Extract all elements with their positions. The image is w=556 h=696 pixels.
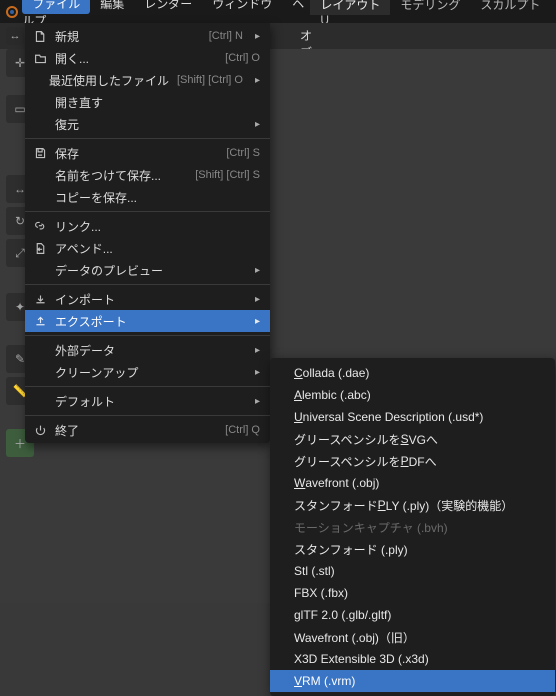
- workspace-tab-2[interactable]: スカルプト: [470, 0, 550, 15]
- menu-item-label: 新規: [55, 28, 201, 45]
- chevron-right-icon: ▸: [255, 316, 260, 327]
- export-menu-item: モーションキャプチャ (.bvh): [270, 516, 555, 538]
- export-menu-item[interactable]: グリースペンシルをPDFへ: [270, 450, 555, 472]
- file-menu-item[interactable]: 名前をつけて保存... [Shift] [Ctrl] S: [25, 164, 270, 186]
- chevron-right-icon: ▸: [255, 345, 260, 356]
- overflow-left-icon[interactable]: ↔: [6, 27, 24, 45]
- menubar: ファイル編集レンダーウィンドウヘルプ レイアウトモデリングスカルプトU: [0, 0, 556, 23]
- export-icon: [33, 315, 47, 328]
- shortcut-label: [Ctrl] S: [226, 147, 260, 159]
- menu-separator: [25, 415, 270, 416]
- shortcut-label: [Ctrl] N: [209, 30, 243, 42]
- menu-item-label: 保存: [55, 145, 218, 162]
- menu-item-label: データのプレビュー: [55, 262, 243, 279]
- shortcut-label: [Ctrl] O: [225, 52, 260, 64]
- menu-item-label: クリーンアップ: [55, 364, 243, 381]
- export-menu-item[interactable]: Wavefront (.obj)（旧）: [270, 626, 555, 648]
- export-menu-item[interactable]: グリースペンシルをSVGへ: [270, 428, 555, 450]
- menu-item-label: 終了: [55, 422, 217, 439]
- menu-separator: [25, 335, 270, 336]
- menu-item-label: 開き直す: [55, 94, 260, 111]
- menu-item-label: 復元: [55, 116, 243, 133]
- menu-separator: [25, 386, 270, 387]
- menu-item-label: エクスポート: [55, 313, 243, 330]
- chevron-right-icon: ▸: [255, 75, 260, 86]
- file-menu-item[interactable]: デフォルト ▸: [25, 390, 270, 412]
- menu-item-label: インポート: [55, 291, 243, 308]
- file-menu-item[interactable]: 終了 [Ctrl] Q: [25, 419, 270, 441]
- menu-separator: [25, 211, 270, 212]
- file-menu-item[interactable]: アペンド...: [25, 237, 270, 259]
- shortcut-label: [Shift] [Ctrl] S: [195, 169, 260, 181]
- menu-item-label: 名前をつけて保存...: [55, 167, 187, 184]
- chevron-right-icon: ▸: [255, 294, 260, 305]
- append-icon: [33, 242, 47, 255]
- file-menu-item[interactable]: エクスポート ▸: [25, 310, 270, 332]
- workspace-tab-1[interactable]: モデリング: [390, 0, 470, 15]
- file-menu-item[interactable]: 新規 [Ctrl] N ▸: [25, 25, 270, 47]
- file-menu-item[interactable]: 外部データ ▸: [25, 339, 270, 361]
- quit-icon: [33, 424, 47, 437]
- menu-3[interactable]: ウィンドウ: [202, 0, 282, 14]
- export-submenu: Collada (.dae)Alembic (.abc)Universal Sc…: [270, 358, 555, 696]
- menu-item-label: デフォルト: [55, 393, 243, 410]
- save-icon: [33, 147, 47, 160]
- export-menu-item[interactable]: X3D Extensible 3D (.x3d): [270, 648, 555, 670]
- export-menu-item[interactable]: Stl (.stl): [270, 560, 555, 582]
- open-icon: [33, 52, 47, 65]
- export-menu-item[interactable]: Alembic (.abc): [270, 384, 555, 406]
- export-menu-item[interactable]: VRM (.vrm): [270, 670, 555, 692]
- export-menu-item[interactable]: Collada (.dae): [270, 362, 555, 384]
- export-menu-item[interactable]: スタンフォード (.ply): [270, 538, 555, 560]
- menu-item-label: コピーを保存...: [55, 189, 260, 206]
- menu-item-label: リンク...: [55, 218, 260, 235]
- chevron-right-icon: ▸: [255, 119, 260, 130]
- file-menu-item[interactable]: 保存 [Ctrl] S: [25, 142, 270, 164]
- menu-item-label: 開く...: [55, 50, 217, 67]
- menu-item-label: 最近使用したファイル: [49, 72, 169, 89]
- menu-2[interactable]: レンダー: [134, 0, 202, 14]
- new-icon: [33, 30, 47, 43]
- file-menu-item[interactable]: データのプレビュー ▸: [25, 259, 270, 281]
- export-menu-item[interactable]: glTF 2.0 (.glb/.gltf): [270, 604, 555, 626]
- file-menu-item[interactable]: クリーンアップ ▸: [25, 361, 270, 383]
- file-menu-item[interactable]: インポート ▸: [25, 288, 270, 310]
- file-menu-item[interactable]: 最近使用したファイル [Shift] [Ctrl] O ▸: [25, 69, 270, 91]
- file-menu: 新規 [Ctrl] N ▸ 開く... [Ctrl] O 最近使用したファイル [Shift…: [25, 23, 270, 443]
- menu-item-label: アペンド...: [55, 240, 260, 257]
- export-menu-item[interactable]: Wavefront (.obj): [270, 472, 555, 494]
- chevron-right-icon: ▸: [255, 265, 260, 276]
- menu-1[interactable]: 編集: [90, 0, 134, 14]
- import-icon: [33, 293, 47, 306]
- chevron-right-icon: ▸: [255, 31, 260, 42]
- export-menu-item[interactable]: FBX (.fbx): [270, 582, 555, 604]
- menu-item-label: 外部データ: [55, 342, 243, 359]
- chevron-right-icon: ▸: [255, 396, 260, 407]
- export-menu-item[interactable]: Universal Scene Description (.usd*): [270, 406, 555, 428]
- app-logo: [4, 3, 20, 21]
- file-menu-item[interactable]: コピーを保存...: [25, 186, 270, 208]
- file-menu-item[interactable]: 開く... [Ctrl] O: [25, 47, 270, 69]
- file-menu-item[interactable]: 開き直す: [25, 91, 270, 113]
- shortcut-label: [Ctrl] Q: [225, 424, 260, 436]
- shortcut-label: [Shift] [Ctrl] O: [177, 74, 243, 86]
- menu-separator: [25, 284, 270, 285]
- link-icon: [33, 220, 47, 233]
- export-menu-item[interactable]: スタンフォードPLY (.ply)（実験的機能）: [270, 494, 555, 516]
- chevron-right-icon: ▸: [255, 367, 260, 378]
- menu-separator: [25, 138, 270, 139]
- file-menu-item[interactable]: 復元 ▸: [25, 113, 270, 135]
- file-menu-item[interactable]: リンク...: [25, 215, 270, 237]
